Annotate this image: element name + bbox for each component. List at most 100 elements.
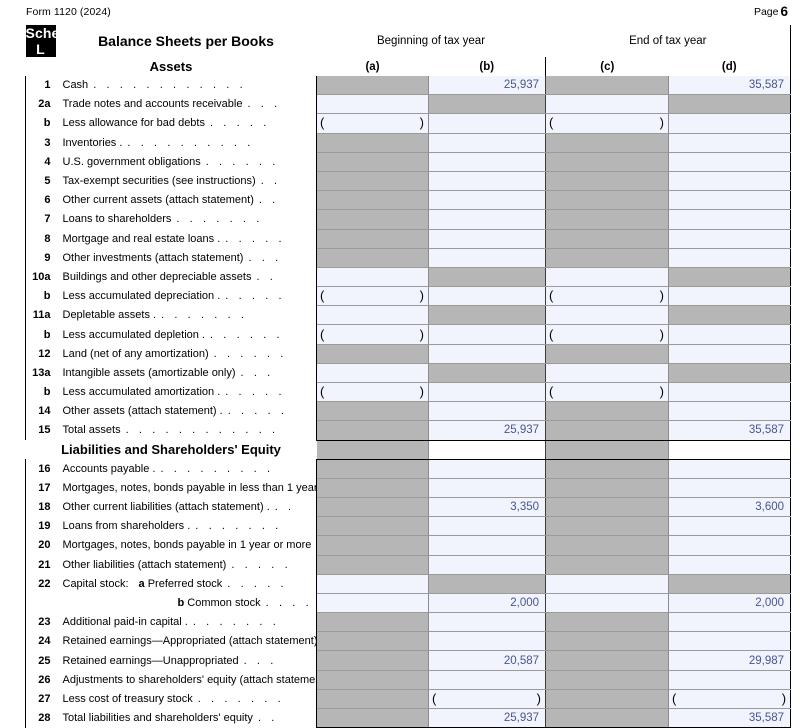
cell-col-d[interactable]	[668, 612, 792, 633]
cell-col-d[interactable]	[668, 670, 792, 690]
cell-col-c[interactable]	[545, 363, 670, 384]
cell-col-b[interactable]	[428, 324, 547, 345]
cell-col-c[interactable]	[545, 267, 670, 288]
cell-col-b[interactable]	[428, 344, 547, 364]
cell-col-b[interactable]	[428, 612, 547, 633]
table-row: b Common stock. . . . 2,000 2,000	[25, 593, 792, 614]
cell-col-b[interactable]	[428, 248, 547, 268]
row-label: Intangible assets (amortizable only) . . …	[55, 363, 317, 383]
cell-col-b[interactable]	[428, 555, 547, 575]
cell-col-d[interactable]	[668, 133, 792, 153]
row-number: b	[25, 324, 56, 345]
cell-col-b[interactable]	[428, 286, 547, 307]
table-row: 2a Trade notes and accounts receivable . .…	[25, 94, 792, 115]
table-row: b Less accumulated depletion . . . . . . .…	[25, 324, 792, 345]
dot-leader: . . . . . . .	[197, 692, 285, 705]
cell-col-b[interactable]	[428, 229, 547, 249]
row-number: 19	[25, 516, 56, 536]
cell-col-b[interactable]	[428, 190, 547, 211]
cell-col-d[interactable]	[668, 190, 792, 211]
cell-col-b[interactable]: 3,350	[428, 497, 547, 518]
cell-col-a[interactable]	[316, 363, 429, 384]
paren-open: (	[432, 691, 437, 707]
cell-value: 25,937	[503, 79, 540, 92]
table-row: 20 Mortgages, notes, bonds payable in 1 y…	[25, 535, 792, 556]
row-label: Other current assets (attach statement).…	[55, 190, 317, 210]
cell-col-c[interactable]: ()	[545, 382, 670, 403]
cell-col-a	[316, 707, 429, 728]
cell-col-d[interactable]	[668, 113, 792, 134]
cell-col-b[interactable]	[428, 133, 547, 153]
cell-col-d[interactable]	[668, 344, 792, 364]
cell-col-b[interactable]	[428, 516, 547, 537]
row-number	[25, 593, 56, 613]
cell-col-d[interactable]	[668, 286, 792, 307]
cell-col-b[interactable]: 2,000	[428, 593, 547, 614]
cell-col-b[interactable]	[428, 209, 547, 230]
cell-col-c[interactable]	[545, 305, 670, 326]
cell-col-b[interactable]: 20,587	[428, 650, 547, 671]
cell-col-a[interactable]: ()	[316, 324, 429, 345]
dot-leader: . . . . .	[209, 117, 270, 130]
cell-col-d[interactable]	[668, 324, 792, 345]
cell-col-d[interactable]	[668, 152, 792, 172]
cell-col-b[interactable]	[428, 382, 547, 403]
cell-col-d[interactable]: 35,587	[668, 420, 792, 441]
cell-col-b[interactable]	[428, 401, 547, 422]
cell-col-c[interactable]: ()	[545, 286, 670, 307]
cell-col-b[interactable]	[428, 113, 547, 134]
cell-col-b[interactable]	[428, 535, 547, 556]
dot-leader: . .	[258, 194, 279, 207]
cell-col-a[interactable]	[316, 574, 429, 594]
cell-col-b[interactable]	[428, 670, 547, 690]
cell-col-a[interactable]: ()	[316, 113, 429, 134]
cell-col-c[interactable]	[545, 593, 670, 614]
cell-col-d[interactable]: 35,587	[668, 707, 792, 728]
cell-col-d[interactable]	[668, 209, 792, 230]
cell-col-d[interactable]	[668, 171, 792, 192]
cell-col-d[interactable]	[668, 229, 792, 249]
cell-col-d[interactable]	[668, 516, 792, 537]
cell-col-c[interactable]: ()	[545, 113, 670, 134]
liabilities-section-title: Liabilities and Shareholders' Equity	[61, 442, 281, 458]
row-number: 10a	[25, 267, 56, 287]
cell-col-b[interactable]: 25,937	[428, 76, 547, 96]
assets-section-title: Assets	[149, 59, 193, 74]
cell-col-c[interactable]	[545, 574, 670, 594]
cell-col-d[interactable]	[668, 459, 792, 479]
cell-col-a[interactable]: ()	[316, 286, 429, 307]
cell-col-b[interactable]: 25,937	[428, 420, 547, 441]
cell-col-b[interactable]	[428, 631, 547, 652]
cell-col-b[interactable]	[428, 459, 547, 479]
cell-col-d[interactable]: 2,000	[668, 593, 792, 614]
cell-col-a[interactable]	[316, 94, 429, 115]
row-label-text: Less accumulated depletion .	[62, 328, 205, 341]
cell-col-b[interactable]	[428, 152, 547, 172]
cell-col-d[interactable]	[668, 248, 792, 268]
cell-col-d[interactable]	[668, 382, 792, 403]
cell-col-c[interactable]	[545, 94, 670, 115]
row-label-text: Cash	[62, 79, 89, 92]
cell-col-d[interactable]: 3,600	[668, 497, 792, 518]
row-number: 28	[25, 708, 56, 728]
row-label-text: Inventories .	[62, 136, 123, 149]
cell-col-a[interactable]	[316, 593, 429, 614]
cell-col-a[interactable]	[316, 305, 429, 326]
cell-col-b[interactable]	[428, 478, 547, 498]
cell-col-d[interactable]	[668, 535, 792, 556]
cell-col-d[interactable]	[668, 478, 792, 498]
cell-col-c[interactable]: ()	[545, 324, 670, 345]
cell-col-b[interactable]	[428, 171, 547, 192]
cell-col-a[interactable]: ()	[316, 382, 429, 403]
cell-col-b[interactable]: 25,937	[428, 707, 547, 728]
cell-col-d[interactable]	[668, 555, 792, 575]
cell-col-d[interactable]: 29,987	[668, 650, 792, 671]
dot-leader: . . . . .	[225, 232, 286, 245]
cell-col-d[interactable]: ()	[668, 689, 792, 710]
cell-col-a[interactable]	[316, 267, 429, 288]
cell-col-d[interactable]: 35,587	[668, 76, 792, 96]
cell-col-d[interactable]	[668, 401, 792, 422]
cell-col-b[interactable]: ()	[428, 689, 547, 710]
row-number: 8	[25, 229, 56, 249]
cell-col-d[interactable]	[668, 631, 792, 652]
